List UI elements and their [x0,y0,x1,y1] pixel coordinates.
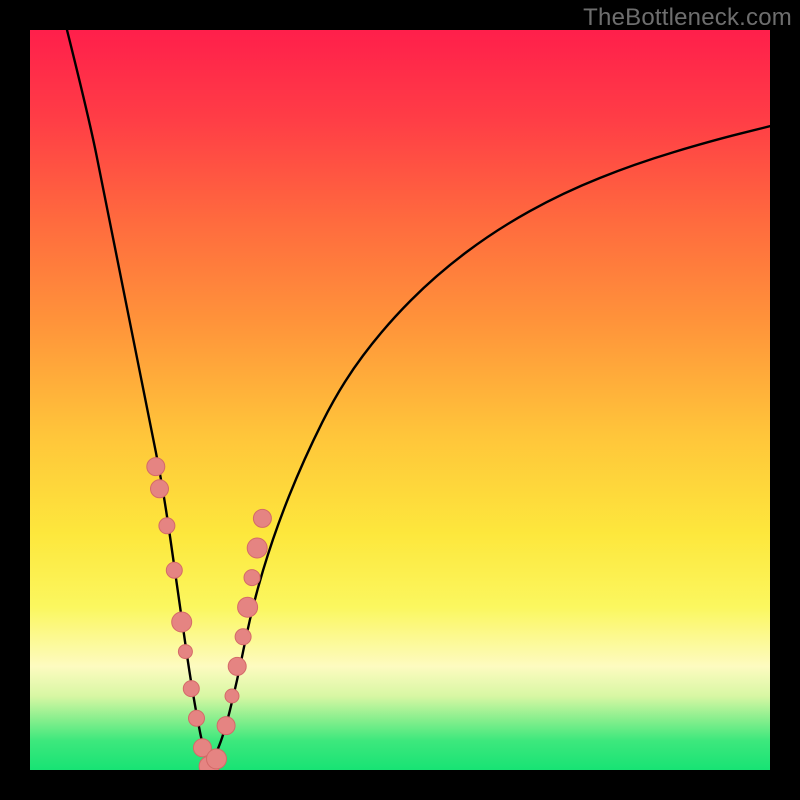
marker-point [235,629,251,645]
bottleneck-curve [67,30,770,759]
marker-point [166,562,182,578]
marker-point [183,681,199,697]
chart-frame: TheBottleneck.com [0,0,800,800]
marker-point [247,538,267,558]
marker-point [178,645,192,659]
marker-point [151,480,169,498]
marker-point [147,458,165,476]
marker-point [217,717,235,735]
marker-point [207,749,227,769]
marker-point [189,710,205,726]
marker-point [238,597,258,617]
chart-plot-area [30,30,770,770]
marker-point [228,657,246,675]
marker-point [225,689,239,703]
marker-point [172,612,192,632]
marker-point [253,509,271,527]
chart-svg [30,30,770,770]
marker-point [159,518,175,534]
watermark-text: TheBottleneck.com [583,4,792,32]
marker-point [244,570,260,586]
